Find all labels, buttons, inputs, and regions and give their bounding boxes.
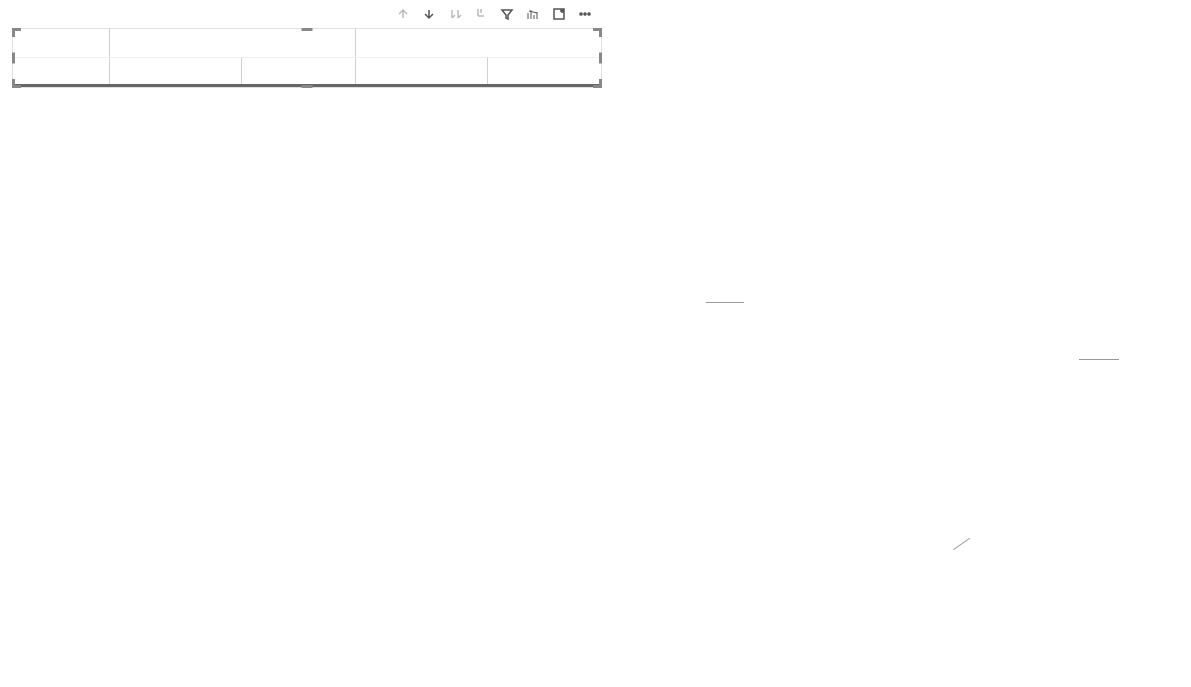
filter-icon[interactable] [499, 6, 515, 22]
spotlight-icon[interactable] [525, 6, 541, 22]
drill-up-icon[interactable] [395, 6, 411, 22]
leader-medium [1079, 359, 1119, 360]
header-opp-count-c[interactable] [110, 57, 242, 85]
resize-handle-tr[interactable] [593, 28, 602, 37]
header-revenue-c[interactable] [242, 57, 355, 85]
header-region[interactable] [13, 29, 110, 57]
expand-to-next-icon[interactable] [447, 6, 463, 22]
more-options-icon[interactable] [577, 6, 593, 22]
visual-toolbar [395, 6, 593, 22]
leader-large [706, 302, 744, 303]
resize-handle-left[interactable] [12, 52, 15, 63]
resize-handle-bottom[interactable] [302, 85, 313, 88]
leader-small [953, 538, 970, 550]
go-to-next-level-icon[interactable] [473, 6, 489, 22]
resize-handle-tl[interactable] [12, 28, 21, 37]
region-central[interactable] [110, 29, 356, 57]
resize-handle-top[interactable] [302, 28, 313, 31]
header-revenue-w[interactable] [487, 57, 601, 85]
focus-mode-icon[interactable] [551, 6, 567, 22]
donut-chart[interactable] [723, 140, 1083, 500]
resize-handle-bl[interactable] [12, 79, 21, 88]
drill-down-icon[interactable] [421, 6, 437, 22]
header-opp-count-w[interactable] [355, 57, 487, 85]
resize-handle-br[interactable] [593, 79, 602, 88]
region-west[interactable] [355, 29, 601, 57]
matrix-visual[interactable] [12, 28, 602, 88]
resize-handle-right[interactable] [599, 52, 602, 63]
matrix-table [13, 29, 601, 87]
header-sales-stage[interactable] [13, 57, 110, 85]
